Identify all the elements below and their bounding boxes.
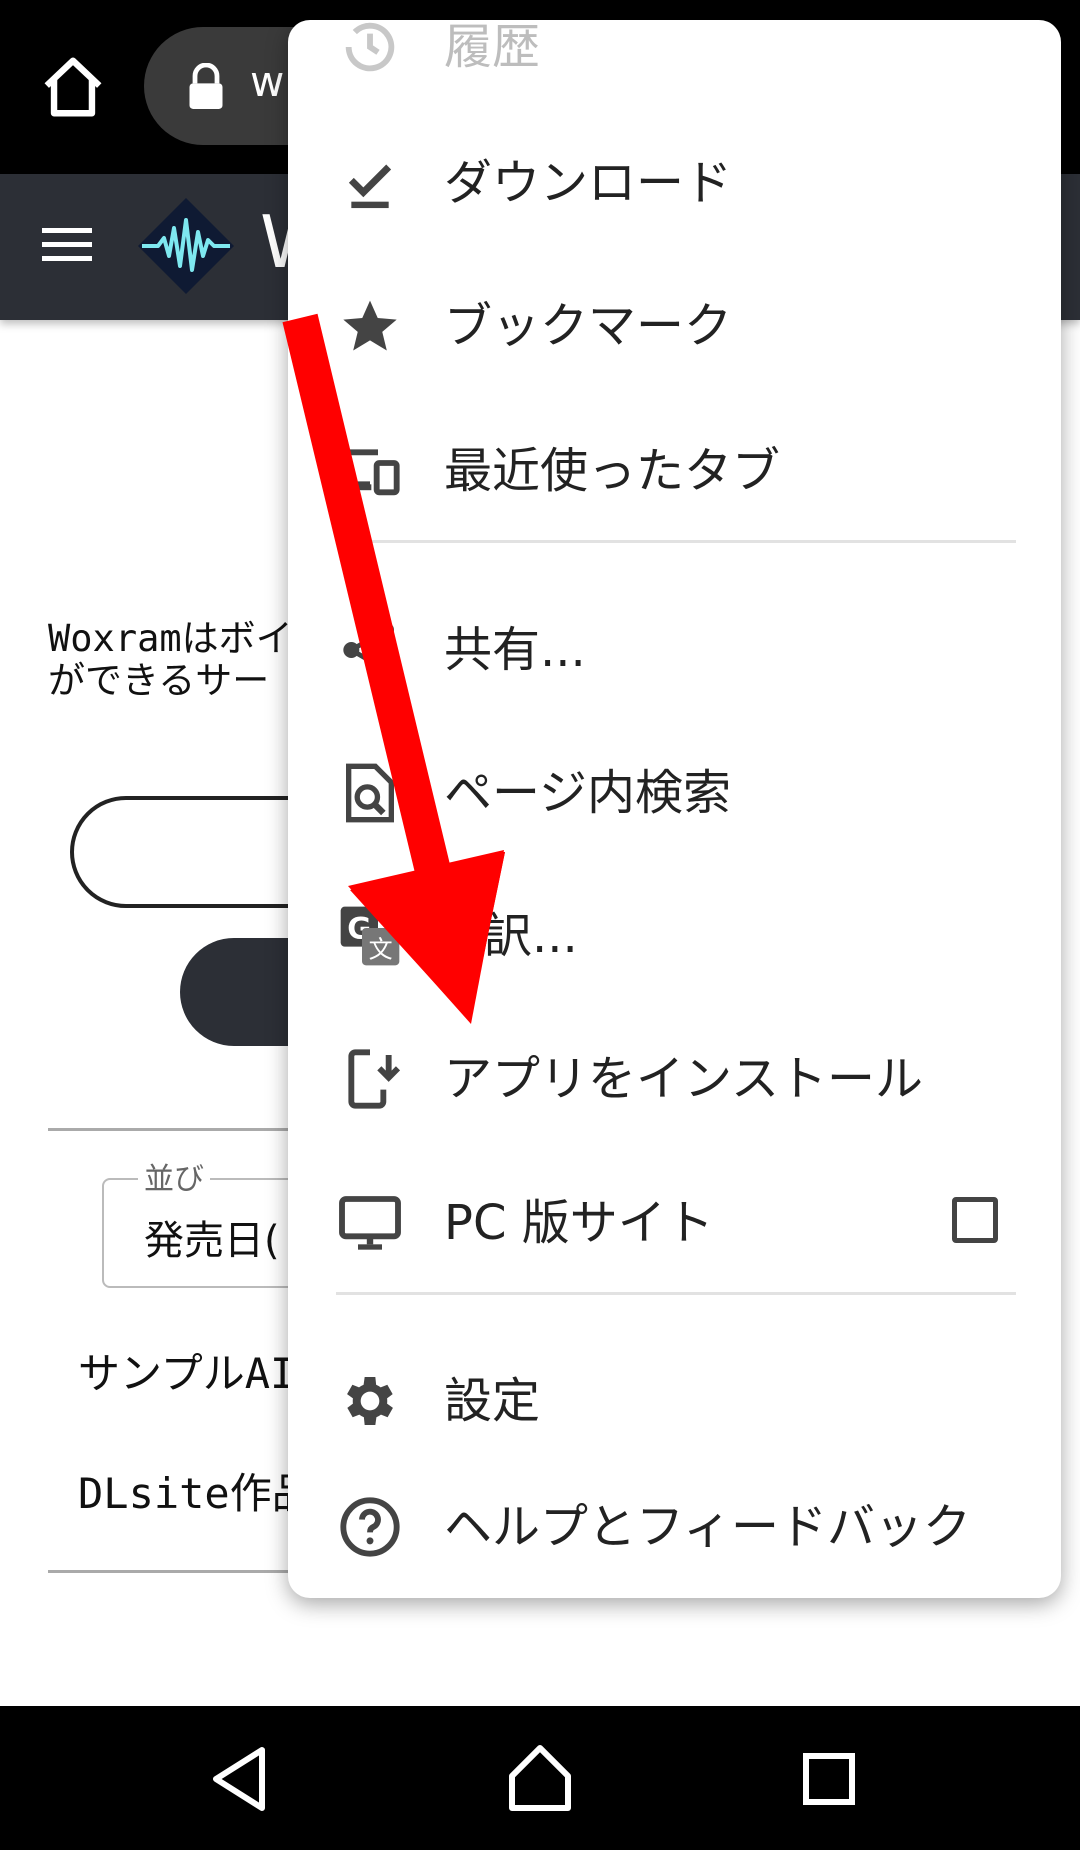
devices-icon (338, 439, 402, 503)
menu-item-label: 共有... (444, 622, 586, 678)
android-nav-bar (0, 1706, 1080, 1850)
menu-item-label: ブックマーク (444, 298, 733, 354)
hamburger-icon (42, 228, 92, 261)
home-button[interactable] (38, 52, 108, 122)
menu-item-label: 最近使ったタブ (444, 443, 781, 499)
desktop-site-checkbox[interactable] (952, 1197, 998, 1243)
browser-overflow-menu: 履歴 ダウンロード ブックマーク 最近使ったタブ 共有... ページ内検索 G … (288, 20, 1061, 1598)
menu-item-find-in-page[interactable]: ページ内検索 (288, 730, 1061, 856)
menu-item-desktop-site[interactable]: PC 版サイト (288, 1160, 1061, 1286)
google-translate-icon: G文 (338, 904, 402, 968)
menu-item-label: 訳... (484, 908, 578, 964)
menu-item-label: ページ内検索 (444, 765, 732, 821)
menu-item-bookmarks[interactable]: ブックマーク (288, 263, 1061, 389)
menu-item-downloads[interactable]: ダウンロード (288, 120, 1061, 246)
menu-item-translate[interactable]: G文 訳... (288, 873, 1061, 999)
intro-text: Woxramはボイ ができるサー (48, 618, 308, 702)
lock-icon (184, 62, 228, 111)
intro-line-1: Woxramはボイ (48, 618, 293, 660)
menu-item-label: ヘルプとフィードバック (444, 1499, 972, 1555)
share-icon (338, 618, 402, 682)
menu-item-install-app[interactable]: アプリをインストール (288, 1016, 1061, 1142)
sort-value: 発売日( (144, 1218, 280, 1264)
find-in-page-icon (338, 761, 402, 825)
url-text: w (250, 57, 285, 106)
waveform-logo-icon (138, 198, 234, 294)
menu-item-share[interactable]: 共有... (288, 587, 1061, 713)
menu-divider (336, 1292, 1016, 1295)
menu-item-label: ダウンロード (444, 155, 733, 211)
back-icon[interactable] (213, 1747, 265, 1811)
home-nav-icon[interactable] (509, 1745, 571, 1811)
install-mobile-icon (338, 1047, 402, 1111)
menu-item-recent-tabs[interactable]: 最近使ったタブ (288, 408, 1061, 534)
recents-icon[interactable] (803, 1753, 855, 1805)
history-icon (338, 20, 402, 79)
sort-label: 並び (138, 1154, 210, 1198)
star-icon (338, 294, 402, 358)
menu-item-help-feedback[interactable]: ヘルプとフィードバック (288, 1464, 1061, 1590)
menu-item-label: アプリをインストール (444, 1051, 924, 1107)
site-logo[interactable] (136, 196, 236, 296)
list-item[interactable]: サンプルAI (78, 1340, 295, 1401)
menu-item-settings[interactable]: 設定 (288, 1338, 1061, 1464)
menu-item-history[interactable]: 履歴 (288, 20, 1061, 110)
menu-item-label: 設定 (444, 1373, 541, 1429)
help-circle-icon (338, 1495, 402, 1559)
list-item[interactable]: DLsite作品 (78, 1460, 314, 1521)
gear-icon (338, 1369, 402, 1433)
menu-item-label: 履歴 (444, 20, 541, 75)
home-icon (44, 57, 102, 117)
menu-divider (336, 540, 1016, 543)
intro-line-2: ができるサー (48, 659, 270, 702)
check-download-icon (338, 151, 402, 215)
hamburger-menu-button[interactable] (42, 224, 92, 264)
menu-item-label: PC 版サイト (444, 1195, 714, 1251)
desktop-monitor-icon (338, 1191, 402, 1255)
svg-text:文: 文 (369, 935, 393, 963)
